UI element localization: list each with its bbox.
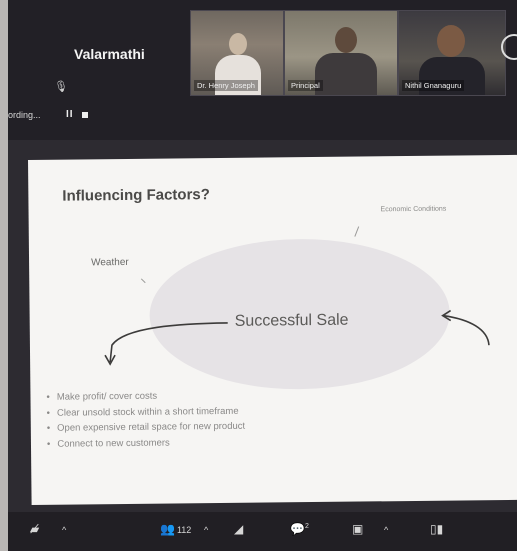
participant-video-strip: Valarmathi 🎙 ording... II Dr. Henry Jose… [8, 0, 517, 140]
participant-tile[interactable]: Nithil Gnanaguru [398, 10, 506, 96]
arrow-left [109, 322, 228, 363]
goals-list: Make profit/ cover costs Clear unsold st… [46, 388, 245, 452]
share-screen-icon[interactable]: ▣ [352, 522, 363, 536]
slide-title: Influencing Factors? [62, 186, 210, 205]
video-call-window: Valarmathi 🎙 ording... II Dr. Henry Jose… [8, 0, 517, 551]
list-item: Connect to new customers [47, 434, 245, 452]
recording-status: ording... [8, 110, 41, 120]
chevron-up-icon[interactable]: ^ [62, 525, 66, 535]
participants-button[interactable]: 👥 112 [160, 522, 191, 536]
participant-name: Principal [288, 80, 323, 91]
participant-head [335, 27, 357, 53]
participant-head [437, 25, 465, 57]
chat-icon: 💬 [290, 522, 305, 536]
stop-recording-button[interactable] [82, 112, 88, 118]
pause-recording-button[interactable]: II [66, 109, 74, 120]
view-toggle-icon[interactable]: ▯▮ [430, 522, 443, 536]
meeting-toolbar: ▰̸ ^ 👥 112 ^ ◢ 💬2 ▣ ^ ▯▮ [8, 512, 517, 551]
economic-conditions-label: Economic Conditions [380, 205, 447, 214]
participant-count: 112 [176, 525, 192, 535]
participant-tile[interactable]: Principal [284, 10, 398, 96]
participant-name: Dr. Henry Joseph [194, 80, 258, 91]
arrow-economic [354, 226, 360, 237]
chevron-up-icon[interactable]: ^ [384, 525, 388, 535]
participant-head [229, 33, 247, 55]
camera-off-icon[interactable]: ▰̸ [30, 522, 39, 536]
weather-label: Weather [91, 256, 129, 269]
desk-edge [0, 0, 8, 551]
chevron-up-icon[interactable]: ^ [204, 525, 208, 535]
share-icon[interactable]: ◢ [234, 522, 243, 536]
list-item: Open expensive retail space for new prod… [47, 419, 245, 437]
participant-tile[interactable]: Dr. Henry Joseph [190, 10, 284, 96]
active-speaker-name: Valarmathi [74, 46, 145, 62]
chat-button[interactable]: 💬2 [290, 522, 309, 536]
chat-badge: 2 [304, 523, 309, 530]
shared-slide: Influencing Factors? Weather Economic Co… [28, 154, 517, 505]
arrow-weather [140, 278, 146, 284]
participants-icon: 👥 [160, 522, 175, 536]
participant-body [315, 53, 377, 95]
successful-sale-label: Successful Sale [234, 311, 349, 330]
mic-muted-icon: 🎙 [54, 81, 68, 93]
participant-name: Nithil Gnanaguru [402, 80, 465, 91]
